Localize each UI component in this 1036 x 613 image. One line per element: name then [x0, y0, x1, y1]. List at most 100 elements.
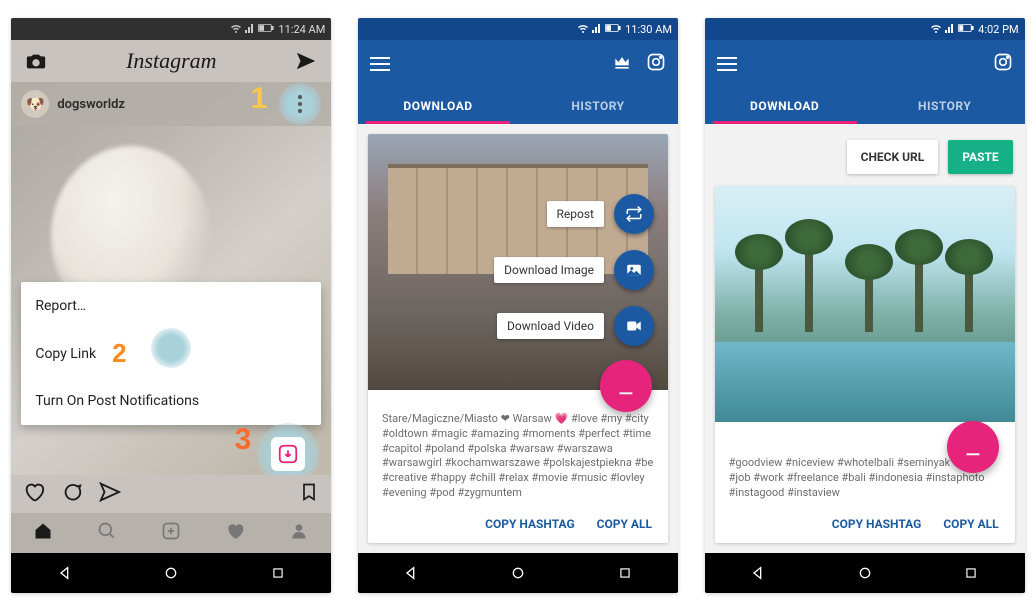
home-nav-icon[interactable] — [856, 564, 874, 582]
comment-icon[interactable] — [61, 481, 83, 507]
image-palm-shape — [865, 262, 873, 332]
post-actions-bar — [11, 475, 331, 513]
battery-icon — [258, 23, 274, 36]
annotation-1: 1 — [251, 82, 268, 116]
screenshot-2: 11:30 AM DOWNLOAD HISTORY Repost — [358, 18, 678, 593]
like-icon[interactable] — [23, 481, 45, 507]
card-actions: COPY HASHTAG COPY ALL — [368, 505, 668, 543]
screenshot-1: 11:24 AM Instagram 🐶 dogsworldz 1 Report… — [11, 18, 331, 593]
highlight-dot-icon — [151, 328, 191, 368]
copy-all-button[interactable]: COPY ALL — [943, 517, 998, 531]
post-image: Repost Download Image Download Video — [368, 134, 668, 390]
add-post-icon[interactable] — [161, 521, 181, 545]
recent-icon[interactable] — [616, 564, 634, 582]
instagram-logo: Instagram — [126, 48, 216, 74]
home-nav-icon[interactable] — [509, 564, 527, 582]
status-bar: 11:30 AM — [358, 18, 678, 40]
tab-history[interactable]: HISTORY — [518, 88, 678, 124]
menu-icon[interactable] — [370, 57, 390, 71]
content-area: CHECK URL PASTE #goodview #niceview #who… — [705, 124, 1025, 553]
bookmark-icon[interactable] — [299, 482, 319, 506]
instagram-header: Instagram — [11, 40, 331, 82]
wifi-icon — [230, 22, 242, 37]
recent-icon[interactable] — [269, 564, 287, 582]
instagram-bottom-tabs — [11, 513, 331, 553]
image-palm-shape — [805, 237, 813, 332]
signal-icon — [592, 23, 602, 36]
content-area: Repost Download Image Download Video — [358, 124, 678, 553]
menu-report[interactable]: Report… — [21, 286, 321, 326]
fab-download-image-label: Download Image — [494, 257, 604, 283]
instagram-icon[interactable] — [993, 52, 1013, 76]
send-icon[interactable] — [295, 50, 317, 72]
status-bar: 11:24 AM — [11, 18, 331, 40]
status-time: 11:24 AM — [278, 23, 325, 36]
download-video-button[interactable] — [614, 306, 654, 346]
recent-icon[interactable] — [962, 564, 980, 582]
post-image — [715, 186, 1015, 422]
post-username[interactable]: dogsworldz — [57, 97, 125, 112]
wifi-icon — [577, 22, 589, 37]
image-pool-shape — [715, 342, 1015, 422]
check-url-button[interactable]: CHECK URL — [847, 140, 939, 174]
post-menu-button[interactable] — [279, 83, 321, 125]
back-icon[interactable] — [56, 564, 74, 582]
android-nav-bar — [11, 553, 331, 593]
android-nav-bar — [358, 553, 678, 593]
annotation-3: 3 — [235, 423, 252, 457]
tab-download[interactable]: DOWNLOAD — [358, 88, 518, 124]
menu-copy-link-label: Copy Link — [35, 346, 96, 362]
copy-all-button[interactable]: COPY ALL — [597, 517, 652, 531]
annotation-2: 2 — [112, 338, 126, 369]
menu-icon[interactable] — [717, 57, 737, 71]
url-actions: CHECK URL PASTE — [715, 134, 1015, 186]
paste-button[interactable]: PASTE — [948, 140, 1012, 174]
app-header: DOWNLOAD HISTORY — [705, 40, 1025, 124]
crown-icon[interactable] — [612, 52, 632, 76]
tab-history[interactable]: HISTORY — [865, 88, 1025, 124]
search-icon[interactable] — [97, 521, 117, 545]
activity-icon[interactable] — [225, 521, 245, 545]
download-image-button[interactable] — [614, 250, 654, 290]
tab-download[interactable]: DOWNLOAD — [705, 88, 865, 124]
home-nav-icon[interactable] — [162, 564, 180, 582]
signal-icon — [945, 23, 955, 36]
signal-icon — [245, 23, 255, 36]
image-palm-shape — [755, 252, 763, 332]
post-card: Repost Download Image Download Video — [368, 134, 668, 543]
post-header: 🐶 dogsworldz — [11, 82, 331, 126]
share-icon[interactable] — [99, 481, 121, 507]
avatar[interactable]: 🐶 — [21, 90, 49, 118]
profile-icon[interactable] — [289, 521, 309, 545]
back-icon[interactable] — [402, 564, 420, 582]
tab-bar: DOWNLOAD HISTORY — [705, 88, 1025, 124]
status-time: 11:30 AM — [625, 23, 672, 36]
tab-bar: DOWNLOAD HISTORY — [358, 88, 678, 124]
repost-button[interactable] — [614, 194, 654, 234]
download-fab[interactable] — [947, 421, 999, 473]
download-fab[interactable] — [600, 360, 652, 412]
home-icon[interactable] — [33, 521, 53, 545]
battery-icon — [958, 23, 974, 36]
wifi-icon — [930, 22, 942, 37]
app-header: DOWNLOAD HISTORY — [358, 40, 678, 124]
fab-repost-label: Repost — [547, 201, 604, 227]
context-menu: Report… Copy Link 2 Turn On Post Notific… — [21, 282, 321, 425]
menu-copy-link[interactable]: Copy Link 2 — [21, 326, 321, 381]
status-bar: 4:02 PM — [705, 18, 1025, 40]
battery-icon — [605, 23, 621, 36]
post-card: #goodview #niceview #whotelbali #seminya… — [715, 186, 1015, 543]
back-icon[interactable] — [749, 564, 767, 582]
card-actions: COPY HASHTAG COPY ALL — [715, 505, 1015, 543]
camera-icon[interactable] — [25, 50, 47, 72]
fab-menu: Repost Download Image Download Video — [494, 194, 654, 346]
fab-download-video-label: Download Video — [497, 313, 604, 339]
android-nav-bar — [705, 553, 1025, 593]
status-time: 4:02 PM — [978, 23, 1018, 36]
screenshot-3: 4:02 PM DOWNLOAD HISTORY CHECK URL PASTE — [705, 18, 1025, 593]
feed-area: 🐶 dogsworldz 1 Report… Copy Link 2 Turn … — [11, 82, 331, 553]
copy-hashtag-button[interactable]: COPY HASHTAG — [832, 517, 922, 531]
instagram-icon[interactable] — [646, 52, 666, 76]
copy-hashtag-button[interactable]: COPY HASHTAG — [485, 517, 575, 531]
menu-notifications[interactable]: Turn On Post Notifications — [21, 381, 321, 421]
